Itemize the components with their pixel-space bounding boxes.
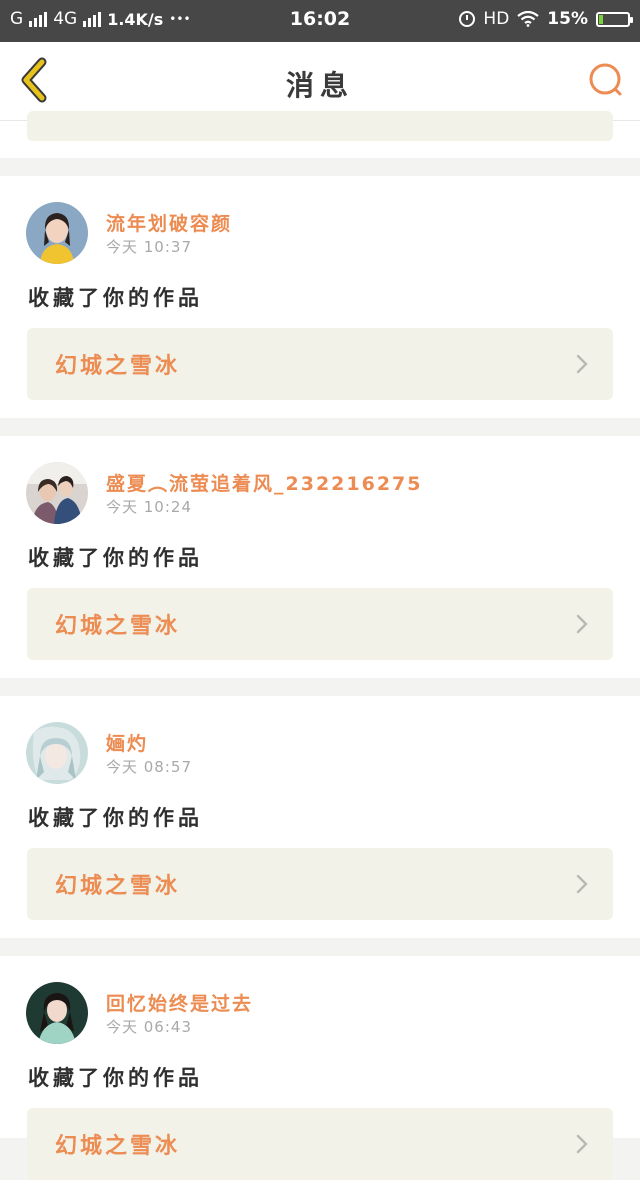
status-right: HD 15% xyxy=(459,9,633,29)
message-card: 流年划破容颜 今天 10:37 收藏了你的作品 幻城之雪冰 xyxy=(0,176,640,418)
app-header: 消息 xyxy=(0,42,640,121)
action-text: 收藏了你的作品 xyxy=(28,806,203,830)
avatar[interactable] xyxy=(26,982,88,1044)
work-title: 幻城之雪冰 xyxy=(55,614,181,639)
work-link[interactable]: 幻城之雪冰 xyxy=(27,328,613,400)
work-link[interactable]: 幻城之雪冰 xyxy=(27,588,613,660)
partial-work-bar[interactable] xyxy=(27,111,613,141)
timestamp: 今天 08:57 xyxy=(106,758,192,776)
search-button[interactable] xyxy=(586,60,626,100)
alarm-icon xyxy=(459,11,476,27)
work-title: 幻城之雪冰 xyxy=(55,1134,181,1159)
battery-percent: 15% xyxy=(547,9,588,29)
chevron-right-icon xyxy=(576,354,588,374)
status-bar: G 4G 1.4K/s ••• 16:02 HD 15% xyxy=(0,0,640,42)
battery-fill xyxy=(599,14,603,24)
message-card: 婳灼 今天 08:57 收藏了你的作品 幻城之雪冰 xyxy=(0,696,640,938)
timestamp: 今天 10:24 xyxy=(106,498,192,516)
work-link[interactable]: 幻城之雪冰 xyxy=(27,1108,613,1180)
message-card: 盛夏︵流萤追着风_232216275 今天 10:24 收藏了你的作品 幻城之雪… xyxy=(0,436,640,678)
timestamp: 今天 10:37 xyxy=(106,238,192,256)
work-title: 幻城之雪冰 xyxy=(55,354,181,379)
username[interactable]: 盛夏︵流萤追着风_232216275 xyxy=(106,469,422,496)
hd-label: HD xyxy=(483,9,510,29)
timestamp: 今天 06:43 xyxy=(106,1018,192,1036)
page-title: 消息 xyxy=(285,69,354,102)
battery-icon xyxy=(596,11,633,27)
avatar[interactable] xyxy=(26,462,88,524)
chevron-right-icon xyxy=(576,614,588,634)
chevron-right-icon xyxy=(576,1134,588,1154)
avatar[interactable] xyxy=(26,722,88,784)
avatar[interactable] xyxy=(26,202,88,264)
partial-card xyxy=(0,111,640,158)
search-icon xyxy=(589,63,622,96)
wifi-icon xyxy=(517,11,539,27)
work-title: 幻城之雪冰 xyxy=(55,874,181,899)
action-text: 收藏了你的作品 xyxy=(28,1066,203,1090)
username[interactable]: 婳灼 xyxy=(106,729,148,756)
action-text: 收藏了你的作品 xyxy=(28,286,203,310)
work-link[interactable]: 幻城之雪冰 xyxy=(27,848,613,920)
message-card: 回忆始终是过去 今天 06:43 收藏了你的作品 幻城之雪冰 xyxy=(0,956,640,1180)
username[interactable]: 流年划破容颜 xyxy=(106,209,232,236)
chevron-right-icon xyxy=(576,874,588,894)
action-text: 收藏了你的作品 xyxy=(28,546,203,570)
username[interactable]: 回忆始终是过去 xyxy=(106,989,253,1016)
